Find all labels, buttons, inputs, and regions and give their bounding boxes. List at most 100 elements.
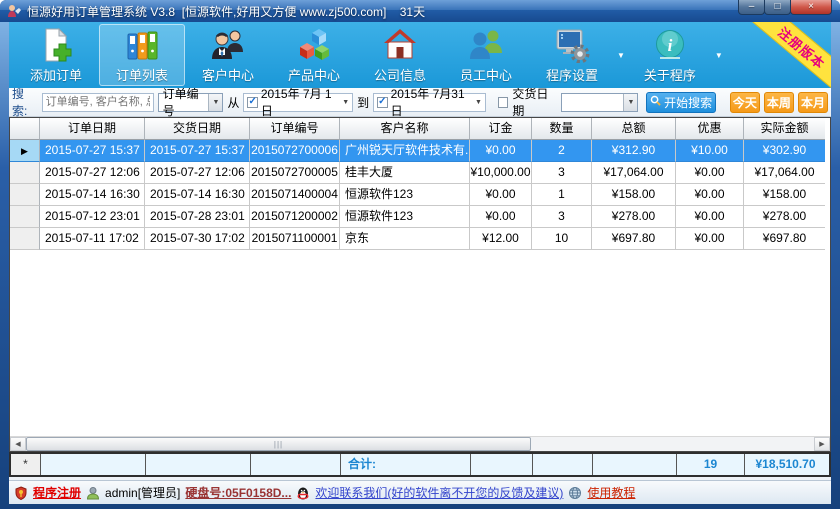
toolbar-item-settings[interactable]: 程序设置 bbox=[529, 24, 615, 86]
add-order-icon bbox=[38, 27, 74, 63]
row-selector bbox=[10, 228, 40, 250]
totals-label: 合计: bbox=[341, 454, 471, 475]
program-register-link[interactable]: 程序注册 bbox=[33, 484, 81, 501]
toolbar-item-label: 员工中心 bbox=[460, 65, 512, 84]
settings-dropdown-arrow[interactable]: ▼ bbox=[617, 51, 625, 60]
app-window: 恒源好用订单管理系统 V3.8 [恒源软件,好用又方便 www.zj500.co… bbox=[0, 0, 840, 509]
usage-tutorial-link[interactable]: 使用教程 bbox=[587, 484, 635, 501]
cell-order-date: 2015-07-14 16:30 bbox=[40, 184, 145, 206]
cell-discount: ¥10.00 bbox=[676, 140, 744, 162]
table-row[interactable]: 2015-07-12 23:01 2015-07-28 23:01 201507… bbox=[10, 206, 830, 228]
cell-total: ¥697.80 bbox=[592, 228, 676, 250]
orders-grid: 订单日期 交货日期 订单编号 客户名称 订金 数量 总额 优惠 实际金额 ▶ 2… bbox=[9, 117, 831, 452]
scroll-left-icon[interactable]: ◀ bbox=[10, 437, 26, 451]
totals-empty bbox=[41, 454, 146, 475]
to-date-checkbox[interactable]: ✓ bbox=[377, 97, 387, 108]
from-date-picker[interactable]: ✓ 2015年 7月 1日 ▼ bbox=[243, 93, 353, 112]
search-input[interactable] bbox=[42, 93, 154, 112]
registered-version-ribbon: 注册版本 bbox=[748, 22, 831, 88]
today-button[interactable]: 今天 bbox=[730, 92, 760, 113]
totals-selector: * bbox=[11, 454, 41, 475]
scrollbar-track[interactable] bbox=[531, 437, 814, 451]
delivery-date-select[interactable]: ▼ bbox=[561, 93, 638, 112]
toolbar-item-customer-center[interactable]: 客户中心 bbox=[185, 24, 271, 86]
toolbar-item-label: 程序设置 bbox=[546, 65, 598, 84]
cell-total: ¥158.00 bbox=[592, 184, 676, 206]
cell-quantity: 3 bbox=[532, 206, 592, 228]
column-header-customer[interactable]: 客户名称 bbox=[340, 118, 470, 140]
toolbar-item-about[interactable]: i 关于程序 bbox=[627, 24, 713, 86]
disk-serial-link[interactable]: 硬盘号:05F0158D... bbox=[185, 484, 291, 501]
settings-icon bbox=[554, 27, 590, 63]
table-row[interactable]: ▶ 2015-07-27 15:37 2015-07-27 15:37 2015… bbox=[10, 140, 830, 162]
cell-actual: ¥278.00 bbox=[744, 206, 825, 228]
employee-center-icon bbox=[468, 27, 504, 63]
from-label: 从 bbox=[227, 94, 239, 111]
cell-order-date: 2015-07-27 12:06 bbox=[40, 162, 145, 184]
search-field-select[interactable]: 订单编号 ▼ bbox=[158, 93, 224, 112]
close-button[interactable]: × bbox=[790, 0, 832, 15]
column-header-actual[interactable]: 实际金额 bbox=[744, 118, 825, 140]
scroll-right-icon[interactable]: ▶ bbox=[814, 437, 830, 451]
row-selector bbox=[10, 184, 40, 206]
totals-empty bbox=[146, 454, 251, 475]
column-header-delivery-date[interactable]: 交货日期 bbox=[145, 118, 250, 140]
ribbon-container: 注册版本 bbox=[747, 22, 831, 88]
this-week-button[interactable]: 本周 bbox=[764, 92, 794, 113]
cell-discount: ¥0.00 bbox=[676, 184, 744, 206]
customer-center-icon bbox=[210, 27, 246, 63]
cell-order-no: 2015071400004 bbox=[250, 184, 340, 206]
cell-actual: ¥697.80 bbox=[744, 228, 825, 250]
window-frame: 添加订单 订单列表 客户中心 产品中心 bbox=[0, 22, 840, 509]
start-search-button[interactable]: 开始搜索 bbox=[646, 92, 715, 113]
cell-total: ¥312.90 bbox=[592, 140, 676, 162]
this-month-button[interactable]: 本月 bbox=[798, 92, 828, 113]
from-date-checkbox[interactable]: ✓ bbox=[247, 97, 257, 108]
cell-delivery-date: 2015-07-27 12:06 bbox=[145, 162, 250, 184]
qq-penguin-icon bbox=[296, 486, 310, 500]
contact-us-link[interactable]: 欢迎联系我们(好的软件离不开您的反馈及建议) bbox=[315, 484, 563, 501]
table-row[interactable]: 2015-07-14 16:30 2015-07-14 16:30 201507… bbox=[10, 184, 830, 206]
cell-order-no: 2015071200002 bbox=[250, 206, 340, 228]
scrollbar-thumb[interactable]: ||| bbox=[26, 437, 531, 451]
delivery-date-checkbox[interactable] bbox=[498, 97, 508, 108]
minimize-button[interactable]: – bbox=[738, 0, 765, 15]
cell-actual: ¥17,064.00 bbox=[744, 162, 825, 184]
chevron-down-icon: ▼ bbox=[623, 94, 637, 111]
table-row[interactable]: 2015-07-27 12:06 2015-07-27 12:06 201507… bbox=[10, 162, 830, 184]
cell-delivery-date: 2015-07-28 23:01 bbox=[145, 206, 250, 228]
toolbar-item-label: 添加订单 bbox=[30, 65, 82, 84]
column-header-total[interactable]: 总额 bbox=[592, 118, 676, 140]
toolbar-item-label: 客户中心 bbox=[202, 65, 254, 84]
cell-order-no: 2015072700005 bbox=[250, 162, 340, 184]
toolbar-item-order-list[interactable]: 订单列表 bbox=[99, 24, 185, 86]
about-icon: i bbox=[652, 27, 688, 63]
search-label: 搜索: bbox=[12, 85, 38, 119]
header-selector bbox=[10, 118, 40, 140]
column-header-order-no[interactable]: 订单编号 bbox=[250, 118, 340, 140]
column-header-order-date[interactable]: 订单日期 bbox=[40, 118, 145, 140]
horizontal-scrollbar[interactable]: ◀ ||| ▶ bbox=[10, 436, 830, 451]
about-dropdown-arrow[interactable]: ▼ bbox=[715, 51, 723, 60]
maximize-button[interactable]: □ bbox=[764, 0, 791, 15]
column-header-deposit[interactable]: 订金 bbox=[470, 118, 532, 140]
column-header-discount[interactable]: 优惠 bbox=[676, 118, 744, 140]
svg-text:i: i bbox=[668, 36, 673, 55]
toolbar-item-product-center[interactable]: 产品中心 bbox=[271, 24, 357, 86]
cell-discount: ¥0.00 bbox=[676, 162, 744, 184]
cell-customer: 广州锐天厅软件技术有... bbox=[340, 140, 470, 162]
toolbar-item-add-order[interactable]: 添加订单 bbox=[13, 24, 99, 86]
cell-quantity: 10 bbox=[532, 228, 592, 250]
toolbar-item-company-info[interactable]: 公司信息 bbox=[357, 24, 443, 86]
grid-empty-area bbox=[10, 250, 830, 436]
window-content: 添加订单 订单列表 客户中心 产品中心 bbox=[9, 22, 831, 504]
toolbar-item-employee-center[interactable]: 员工中心 bbox=[443, 24, 529, 86]
column-header-quantity[interactable]: 数量 bbox=[532, 118, 592, 140]
main-toolbar: 添加订单 订单列表 客户中心 产品中心 bbox=[9, 22, 831, 88]
cell-deposit: ¥0.00 bbox=[470, 206, 532, 228]
to-date-picker[interactable]: ✓ 2015年 7月31日 ▼ bbox=[373, 93, 486, 112]
totals-amount: ¥18,510.70 bbox=[745, 454, 826, 475]
table-row[interactable]: 2015-07-11 17:02 2015-07-30 17:02 201507… bbox=[10, 228, 830, 250]
cell-deposit: ¥12.00 bbox=[470, 228, 532, 250]
cell-order-no: 2015071100001 bbox=[250, 228, 340, 250]
